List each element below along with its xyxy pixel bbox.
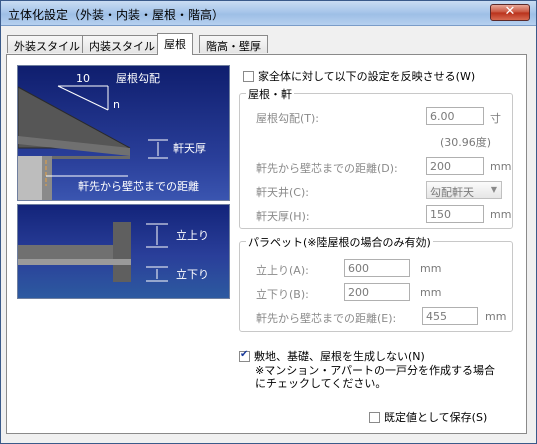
no-site-label: 敷地、基礎、屋根を生成しない(N) — [254, 350, 425, 363]
chevron-down-icon: ▼ — [490, 185, 497, 194]
soffit-thickness-unit: mm — [490, 208, 512, 221]
tab-floor-height[interactable]: 階高・壁厚 — [199, 35, 268, 53]
diagram-soffit-label: 軒天厚 — [173, 142, 206, 155]
parapet-rise-field[interactable]: 600 — [344, 259, 410, 277]
diagram-pitch-label: 屋根勾配 — [116, 71, 160, 85]
save-default-checkbox[interactable]: 既定値として保存(S) — [369, 409, 487, 425]
roof-eave-group-title: 屋根・軒 — [246, 86, 294, 102]
checkbox-box[interactable] — [243, 70, 254, 82]
soffit-thickness-field[interactable]: 150 — [426, 205, 484, 223]
diagram-eave-distance-label: 軒先から壁芯までの距離 — [78, 179, 199, 193]
parapet-group: パラペット(※陸屋根の場合のみ有効) 立上り(A): 600 mm 立下り(B)… — [239, 234, 513, 332]
title-bar: 立体化設定（外装・内装・屋根・階高） ✕ — [1, 1, 536, 26]
apply-all-checkbox[interactable]: 家全体に対して以下の設定を反映させる(W) — [243, 68, 475, 84]
pitch-unit: 寸 — [490, 112, 501, 125]
parapet-rise-label: 立上り(A): — [256, 264, 309, 277]
apply-all-label: 家全体に対して以下の設定を反映させる(W) — [258, 70, 476, 83]
parapet-eave-distance-label: 軒先から壁芯までの距離(E): — [256, 312, 397, 325]
pitch-degree: (30.96度) — [440, 136, 492, 149]
tab-interior-style[interactable]: 内装スタイル — [82, 35, 162, 53]
tab-exterior-style[interactable]: 外装スタイル — [7, 35, 87, 53]
pitch-field[interactable]: 6.00 — [426, 107, 484, 125]
parapet-drop-unit: mm — [420, 286, 442, 299]
close-icon: ✕ — [504, 4, 516, 19]
diagram-n-label: n — [113, 98, 120, 111]
close-button[interactable]: ✕ — [490, 4, 530, 21]
diagram-ten-label: 10 — [76, 72, 90, 85]
diagram-drop-label: 立下り — [176, 267, 209, 281]
roof-eave-group: 屋根・軒 屋根勾配(T): 6.00 寸 (30.96度) 軒先から壁芯までの距… — [239, 86, 513, 229]
no-site-note-line1: ※マンション・アパートの一戸分を作成する場合 — [255, 364, 495, 377]
eave-distance-unit: mm — [490, 160, 512, 173]
no-site-checkbox[interactable]: 敷地、基礎、屋根を生成しない(N) — [239, 348, 425, 364]
pitch-label: 屋根勾配(T): — [256, 112, 320, 125]
tab-panel-roof: 10 屋根勾配 n 軒天厚 軒先から壁芯までの距離 立上り 立下り 家全体に対し… — [6, 54, 527, 434]
soffit-select-value: 勾配軒天 — [430, 186, 474, 199]
parapet-drop-field[interactable]: 200 — [344, 283, 410, 301]
parapet-group-title: パラペット(※陸屋根の場合のみ有効) — [246, 234, 433, 250]
parapet-eave-distance-field[interactable]: 455 — [422, 307, 478, 325]
soffit-label: 軒天井(C): — [256, 186, 309, 199]
save-default-label: 既定値として保存(S) — [384, 411, 488, 424]
checkbox-box[interactable] — [369, 411, 380, 423]
parapet-diagram: 立上り 立下り — [17, 204, 230, 299]
soffit-select[interactable]: 勾配軒天 ▼ — [426, 181, 502, 199]
no-site-note: ※マンション・アパートの一戸分を作成する場合 にチェックしてください。 — [255, 364, 495, 390]
no-site-note-line2: にチェックしてください。 — [255, 377, 387, 390]
diagram-rise-label: 立上り — [176, 228, 209, 242]
eave-distance-label: 軒先から壁芯までの距離(D): — [256, 162, 398, 175]
parapet-rise-unit: mm — [420, 262, 442, 275]
roof-eave-diagram: 10 屋根勾配 n 軒天厚 軒先から壁芯までの距離 — [17, 65, 230, 201]
eave-distance-field[interactable]: 200 — [426, 157, 484, 175]
parapet-drop-label: 立下り(B): — [256, 288, 309, 301]
window-title: 立体化設定（外装・内装・屋根・階高） — [8, 8, 225, 22]
dialog-window: 立体化設定（外装・内装・屋根・階高） ✕ 外装スタイル 内装スタイル 屋根 階高… — [0, 0, 537, 444]
parapet-eave-distance-unit: mm — [485, 310, 507, 323]
tab-roof[interactable]: 屋根 — [157, 33, 193, 55]
checkbox-box[interactable] — [239, 349, 250, 362]
soffit-thickness-label: 軒天厚(H): — [256, 210, 310, 223]
